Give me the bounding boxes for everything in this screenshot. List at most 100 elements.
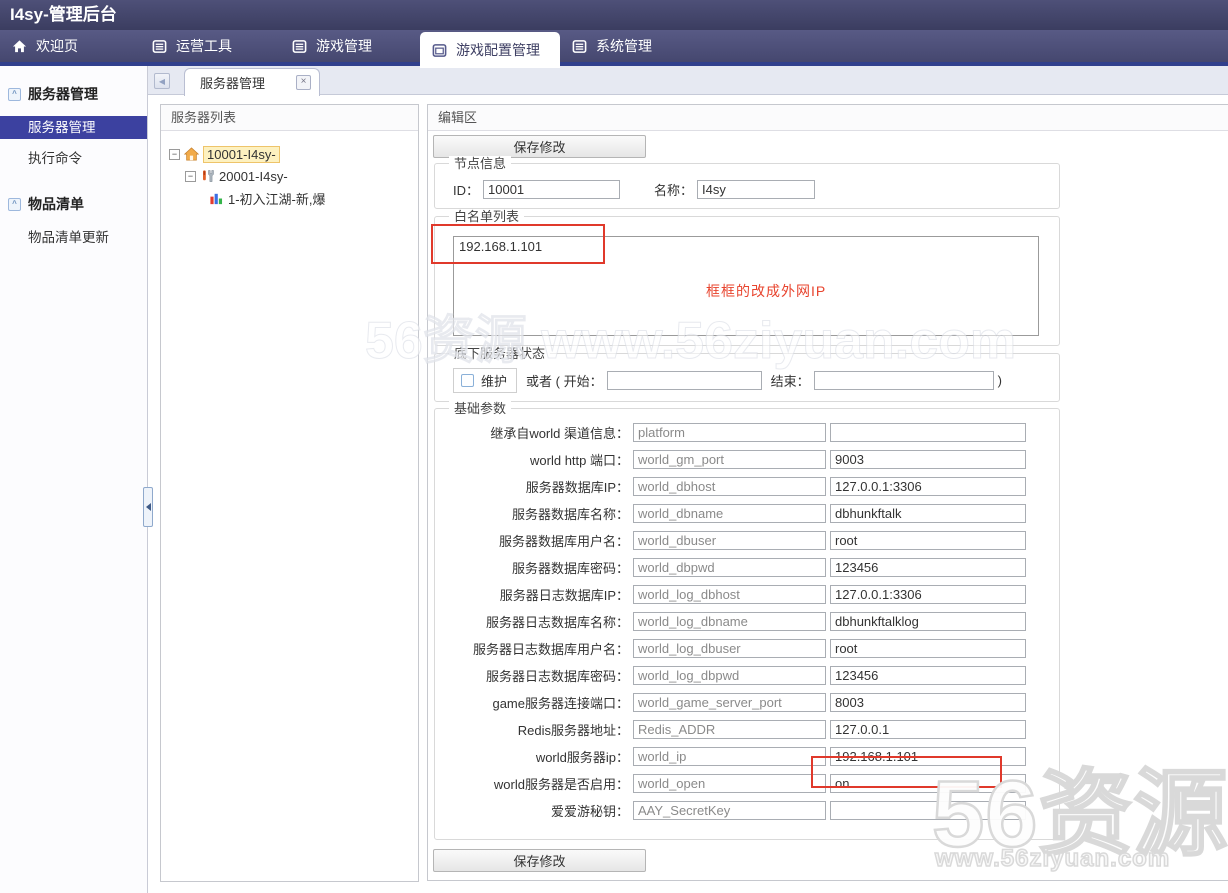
sidebar-collapse-handle[interactable] — [143, 487, 153, 527]
node-info-legend: 节点信息 — [449, 156, 511, 171]
tree-node: − 20001-I4sy- — [169, 165, 410, 187]
id-input[interactable] — [483, 180, 620, 199]
param-row: 服务器数据库IP： — [443, 477, 1059, 496]
param-row-world-ip: world服务器ip： — [443, 747, 1059, 766]
param-value-input[interactable] — [830, 423, 1026, 442]
nav-tab-operation-tools[interactable]: 运营工具 — [140, 30, 280, 62]
param-key-input[interactable] — [633, 612, 826, 631]
param-row: 爱爱游秘钥： — [443, 801, 1059, 820]
window-icon — [432, 43, 447, 58]
param-row: Redis服务器地址： — [443, 720, 1059, 739]
start-time-input[interactable] — [607, 371, 762, 390]
or-start-label: 或者 ( 开始： — [526, 371, 603, 390]
app-title: I4sy-管理后台 — [10, 5, 117, 24]
param-label: Redis服务器地址： — [443, 720, 629, 739]
title-bar: I4sy-管理后台 — [0, 0, 1228, 30]
param-row: game服务器连接端口： — [443, 693, 1059, 712]
sidebar-item-item-list-update[interactable]: 物品清单更新 — [0, 226, 147, 249]
param-row: 服务器数据库用户名： — [443, 531, 1059, 550]
param-value-input[interactable] — [830, 801, 1026, 820]
nav-tab-label: 游戏配置管理 — [456, 40, 540, 60]
tab-server-mgmt[interactable]: 服务器管理 × — [184, 68, 320, 96]
tree-node: 1-初入江湖-新,爆 — [169, 187, 410, 209]
param-value-input[interactable] — [830, 558, 1026, 577]
sidebar-section-server-mgmt[interactable]: ^ 服务器管理 — [0, 80, 147, 108]
param-key-input[interactable] — [633, 423, 826, 442]
param-key-input[interactable] — [633, 558, 826, 577]
whitelist-fieldset: 白名单列表 192.168.1.101 — [434, 216, 1060, 346]
param-key-input[interactable] — [633, 720, 826, 739]
sidebar: ^ 服务器管理 服务器管理 执行命令 ^ 物品清单 物品清单更新 — [0, 66, 148, 893]
nav-underline — [0, 62, 1228, 66]
sidebar-item-server-mgmt[interactable]: 服务器管理 — [0, 116, 147, 139]
param-key-input[interactable] — [633, 747, 826, 766]
paren-close-label: ) — [998, 373, 1002, 388]
param-value-input[interactable] — [830, 612, 1026, 631]
param-key-input[interactable] — [633, 450, 826, 469]
tree-node: − 10001-I4sy- — [169, 143, 410, 165]
chevron-up-icon: ^ — [8, 198, 21, 211]
nav-tab-label: 欢迎页 — [36, 36, 78, 56]
save-button-top[interactable]: 保存修改 — [433, 135, 646, 158]
param-value-input[interactable] — [830, 504, 1026, 523]
param-key-input[interactable] — [633, 774, 826, 793]
tree-node-label[interactable]: 1-初入江湖-新,爆 — [228, 189, 326, 208]
param-value-input[interactable] — [830, 720, 1026, 739]
close-icon[interactable]: × — [296, 75, 311, 90]
nav-tab-system-mgmt[interactable]: 系统管理 — [560, 30, 700, 62]
param-value-input[interactable] — [830, 450, 1026, 469]
param-row: world http 端口： — [443, 450, 1059, 469]
param-key-input[interactable] — [633, 801, 826, 820]
param-value-input[interactable] — [830, 666, 1026, 685]
sidebar-section-title: 物品清单 — [28, 194, 84, 214]
param-value-input[interactable] — [830, 693, 1026, 712]
whitelist-textarea[interactable]: 192.168.1.101 — [453, 236, 1039, 336]
chart-icon — [209, 191, 224, 206]
sidebar-item-exec-command[interactable]: 执行命令 — [0, 147, 147, 170]
list-icon — [572, 39, 587, 54]
tree-node-label[interactable]: 10001-I4sy- — [203, 146, 280, 163]
param-label: 继承自world 渠道信息： — [443, 423, 629, 442]
collapse-toggle-icon[interactable]: − — [185, 171, 196, 182]
param-label: 服务器数据库IP： — [443, 477, 629, 496]
name-label: 名称： — [654, 180, 693, 199]
param-key-input[interactable] — [633, 666, 826, 685]
param-key-input[interactable] — [633, 477, 826, 496]
param-value-input[interactable] — [830, 585, 1026, 604]
nav-tab-welcome[interactable]: 欢迎页 — [0, 30, 140, 62]
collapse-toggle-icon[interactable]: − — [169, 149, 180, 160]
param-key-input[interactable] — [633, 531, 826, 550]
main-nav: 欢迎页 运营工具 游戏管理 游戏配置管理 系统管理 — [0, 30, 1228, 62]
param-value-input[interactable] — [830, 531, 1026, 550]
name-input[interactable] — [697, 180, 815, 199]
param-value-input[interactable] — [830, 747, 1026, 766]
param-value-input[interactable] — [830, 477, 1026, 496]
nav-tab-game-mgmt[interactable]: 游戏管理 — [280, 30, 420, 62]
param-label: 服务器日志数据库名称： — [443, 612, 629, 631]
edit-panel: 编辑区 保存修改 节点信息 ID： 名称： 白名单列表 192.168.1.10… — [427, 104, 1228, 881]
nav-tab-label: 运营工具 — [176, 36, 232, 56]
param-label: 服务器数据库名称： — [443, 504, 629, 523]
param-label: 爱爱游秘钥： — [443, 801, 629, 820]
sidebar-section-item-list[interactable]: ^ 物品清单 — [0, 190, 147, 218]
server-tree: − 10001-I4sy- − 20001-I4sy- 1-初入江湖-新,爆 — [161, 131, 418, 221]
tree-node-label[interactable]: 20001-I4sy- — [219, 169, 288, 184]
base-params-legend: 基础参数 — [449, 401, 511, 416]
id-label: ID： — [453, 180, 479, 199]
end-time-input[interactable] — [814, 371, 994, 390]
param-key-input[interactable] — [633, 693, 826, 712]
maintain-checkbox[interactable] — [461, 374, 474, 387]
param-key-input[interactable] — [633, 585, 826, 604]
nav-tab-game-config-mgmt[interactable]: 游戏配置管理 — [420, 32, 560, 68]
param-key-input[interactable] — [633, 639, 826, 658]
param-value-input[interactable] — [830, 774, 1026, 793]
save-button-bottom[interactable]: 保存修改 — [433, 849, 646, 872]
tab-scroll-left-button[interactable]: ◀ — [154, 73, 170, 89]
server-list-title: 服务器列表 — [161, 105, 418, 131]
param-value-input[interactable] — [830, 639, 1026, 658]
param-key-input[interactable] — [633, 504, 826, 523]
collapse-arrow-icon — [146, 503, 151, 511]
server-list-panel: 服务器列表 − 10001-I4sy- − 20001-I4sy- — [160, 104, 419, 882]
tab-strip: ◀ 服务器管理 × — [148, 66, 1228, 95]
node-info-fieldset: 节点信息 ID： 名称： — [434, 163, 1060, 209]
